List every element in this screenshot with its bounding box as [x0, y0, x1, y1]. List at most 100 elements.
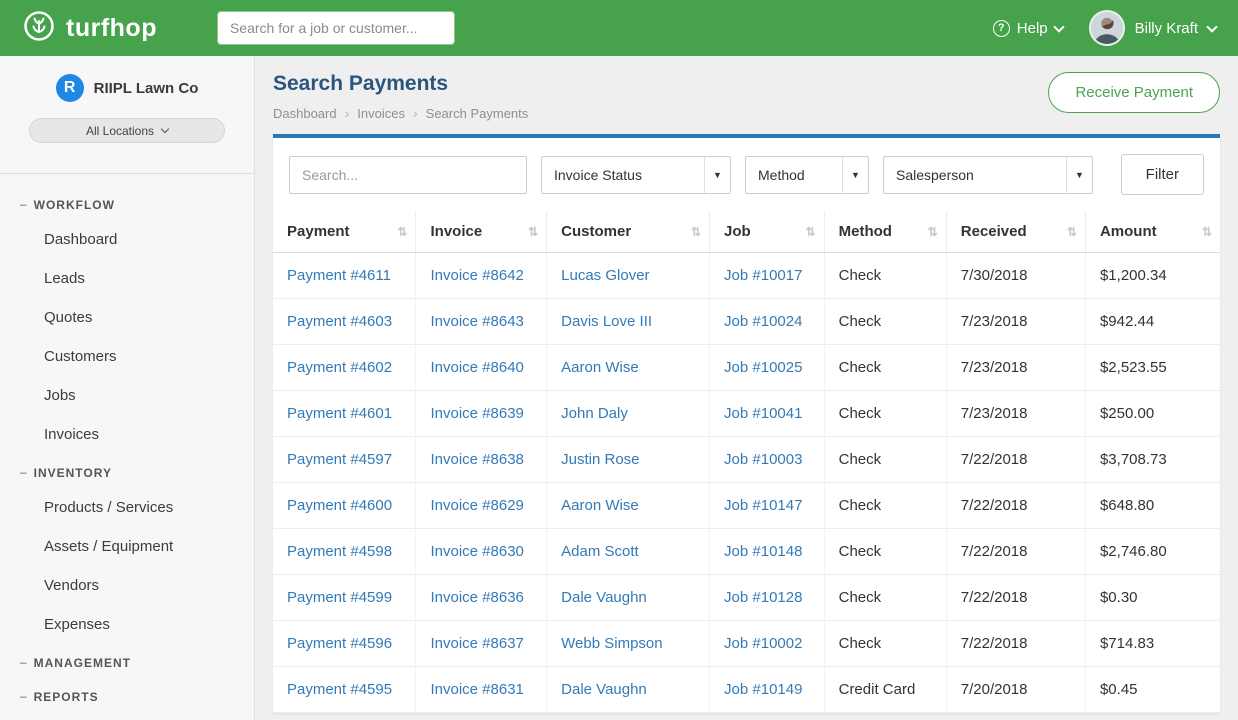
- payment-cell: Payment #4596: [273, 621, 416, 667]
- sidebar-item-vendors[interactable]: Vendors: [0, 566, 254, 605]
- table-row: Payment #4600 Invoice #8629 Aaron Wise Job …: [273, 483, 1220, 529]
- receive-payment-button[interactable]: Receive Payment: [1048, 72, 1220, 113]
- column-header-method[interactable]: Method⇅: [824, 211, 946, 253]
- invoice-cell: Invoice #8629: [416, 483, 547, 529]
- sidebar-item-assets-equipment[interactable]: Assets / Equipment: [0, 527, 254, 566]
- job-link[interactable]: Job #10017: [724, 267, 802, 284]
- amount-cell: $2,746.80: [1085, 529, 1220, 575]
- payment-link[interactable]: Payment #4603: [287, 313, 392, 330]
- customer-link[interactable]: Aaron Wise: [561, 497, 639, 514]
- global-search-input[interactable]: [217, 11, 455, 45]
- sidebar-item-products-services[interactable]: Products / Services: [0, 488, 254, 527]
- column-header-amount[interactable]: Amount⇅: [1085, 211, 1220, 253]
- invoice-cell: Invoice #8640: [416, 345, 547, 391]
- sidebar-item-customers[interactable]: Customers: [0, 337, 254, 376]
- sort-icon[interactable]: ⇅: [691, 225, 701, 239]
- received-cell: 7/22/2018: [946, 483, 1085, 529]
- breadcrumb-dashboard[interactable]: Dashboard: [273, 106, 337, 121]
- payment-link[interactable]: Payment #4597: [287, 451, 392, 468]
- payment-link[interactable]: Payment #4611: [287, 267, 391, 284]
- invoice-link[interactable]: Invoice #8639: [430, 405, 523, 422]
- customer-link[interactable]: Lucas Glover: [561, 267, 649, 284]
- payment-link[interactable]: Payment #4595: [287, 681, 392, 698]
- salesperson-select[interactable]: Salesperson ▼: [883, 156, 1093, 194]
- breadcrumb-invoices[interactable]: Invoices: [357, 106, 405, 121]
- column-header-payment[interactable]: Payment⇅: [273, 211, 416, 253]
- column-header-job[interactable]: Job⇅: [710, 211, 825, 253]
- customer-link[interactable]: Aaron Wise: [561, 359, 639, 376]
- help-menu[interactable]: ? Help: [993, 20, 1063, 37]
- user-menu[interactable]: Billy Kraft: [1089, 10, 1216, 46]
- invoice-link[interactable]: Invoice #8637: [430, 635, 523, 652]
- job-link[interactable]: Job #10041: [724, 405, 802, 422]
- job-link[interactable]: Job #10002: [724, 635, 802, 652]
- column-header-received[interactable]: Received⇅: [946, 211, 1085, 253]
- received-cell: 7/23/2018: [946, 345, 1085, 391]
- sidebar-item-jobs[interactable]: Jobs: [0, 376, 254, 415]
- invoice-link[interactable]: Invoice #8638: [430, 451, 523, 468]
- customer-link[interactable]: John Daly: [561, 405, 628, 422]
- received-cell: 7/22/2018: [946, 575, 1085, 621]
- amount-cell: $0.45: [1085, 667, 1220, 713]
- customer-link[interactable]: Adam Scott: [561, 543, 639, 560]
- invoice-link[interactable]: Invoice #8640: [430, 359, 523, 376]
- customer-cell: Adam Scott: [547, 529, 710, 575]
- sidebar-item-expenses[interactable]: Expenses: [0, 605, 254, 644]
- payment-link[interactable]: Payment #4598: [287, 543, 392, 560]
- sort-icon[interactable]: ⇅: [928, 225, 938, 239]
- location-selector[interactable]: All Locations: [29, 118, 225, 143]
- sort-icon[interactable]: ⇅: [1067, 225, 1077, 239]
- table-search-input[interactable]: [289, 156, 527, 194]
- company-name: RIIPL Lawn Co: [94, 80, 199, 97]
- table-row: Payment #4602 Invoice #8640 Aaron Wise Job …: [273, 345, 1220, 391]
- customer-link[interactable]: Webb Simpson: [561, 635, 662, 652]
- sidebar-item-dashboard[interactable]: Dashboard: [0, 220, 254, 259]
- column-header-invoice[interactable]: Invoice⇅: [416, 211, 547, 253]
- customer-link[interactable]: Dale Vaughn: [561, 681, 647, 698]
- job-cell: Job #10147: [710, 483, 825, 529]
- job-cell: Job #10002: [710, 621, 825, 667]
- invoice-link[interactable]: Invoice #8629: [430, 497, 523, 514]
- customer-link[interactable]: Justin Rose: [561, 451, 639, 468]
- job-link[interactable]: Job #10149: [724, 681, 802, 698]
- sort-icon[interactable]: ⇅: [397, 225, 407, 239]
- breadcrumb: Dashboard › Invoices › Search Payments: [273, 105, 528, 121]
- company-logo: R: [56, 74, 84, 102]
- received-cell: 7/22/2018: [946, 437, 1085, 483]
- sort-icon[interactable]: ⇅: [528, 225, 538, 239]
- payment-link[interactable]: Payment #4602: [287, 359, 392, 376]
- job-link[interactable]: Job #10024: [724, 313, 802, 330]
- job-link[interactable]: Job #10128: [724, 589, 802, 606]
- breadcrumb-search-payments: Search Payments: [426, 106, 529, 121]
- sidebar-item-invoices[interactable]: Invoices: [0, 415, 254, 454]
- payment-link[interactable]: Payment #4596: [287, 635, 392, 652]
- sidebar-item-leads[interactable]: Leads: [0, 259, 254, 298]
- job-link[interactable]: Job #10147: [724, 497, 802, 514]
- table-row: Payment #4597 Invoice #8638 Justin Rose Job…: [273, 437, 1220, 483]
- invoice-status-select[interactable]: Invoice Status ▼: [541, 156, 731, 194]
- sidebar-item-quotes[interactable]: Quotes: [0, 298, 254, 337]
- customer-link[interactable]: Davis Love III: [561, 313, 652, 330]
- table-header-row: Payment⇅Invoice⇅Customer⇅Job⇅Method⇅Rece…: [273, 211, 1220, 253]
- method-select[interactable]: Method ▼: [745, 156, 869, 194]
- filter-button[interactable]: Filter: [1121, 154, 1204, 195]
- job-link[interactable]: Job #10003: [724, 451, 802, 468]
- invoice-link[interactable]: Invoice #8643: [430, 313, 523, 330]
- invoice-link[interactable]: Invoice #8630: [430, 543, 523, 560]
- invoice-link[interactable]: Invoice #8636: [430, 589, 523, 606]
- payment-link[interactable]: Payment #4599: [287, 589, 392, 606]
- breadcrumb-separator-icon: ›: [345, 105, 350, 121]
- sidebar-section-management: ┄MANAGEMENT: [0, 644, 254, 678]
- invoice-link[interactable]: Invoice #8631: [430, 681, 523, 698]
- job-link[interactable]: Job #10148: [724, 543, 802, 560]
- received-cell: 7/22/2018: [946, 529, 1085, 575]
- payment-link[interactable]: Payment #4600: [287, 497, 392, 514]
- payment-link[interactable]: Payment #4601: [287, 405, 392, 422]
- invoice-link[interactable]: Invoice #8642: [430, 267, 523, 284]
- sort-icon[interactable]: ⇅: [1202, 225, 1212, 239]
- app-logo[interactable]: turfhop: [22, 9, 157, 48]
- column-header-customer[interactable]: Customer⇅: [547, 211, 710, 253]
- customer-link[interactable]: Dale Vaughn: [561, 589, 647, 606]
- sort-icon[interactable]: ⇅: [806, 225, 816, 239]
- job-link[interactable]: Job #10025: [724, 359, 802, 376]
